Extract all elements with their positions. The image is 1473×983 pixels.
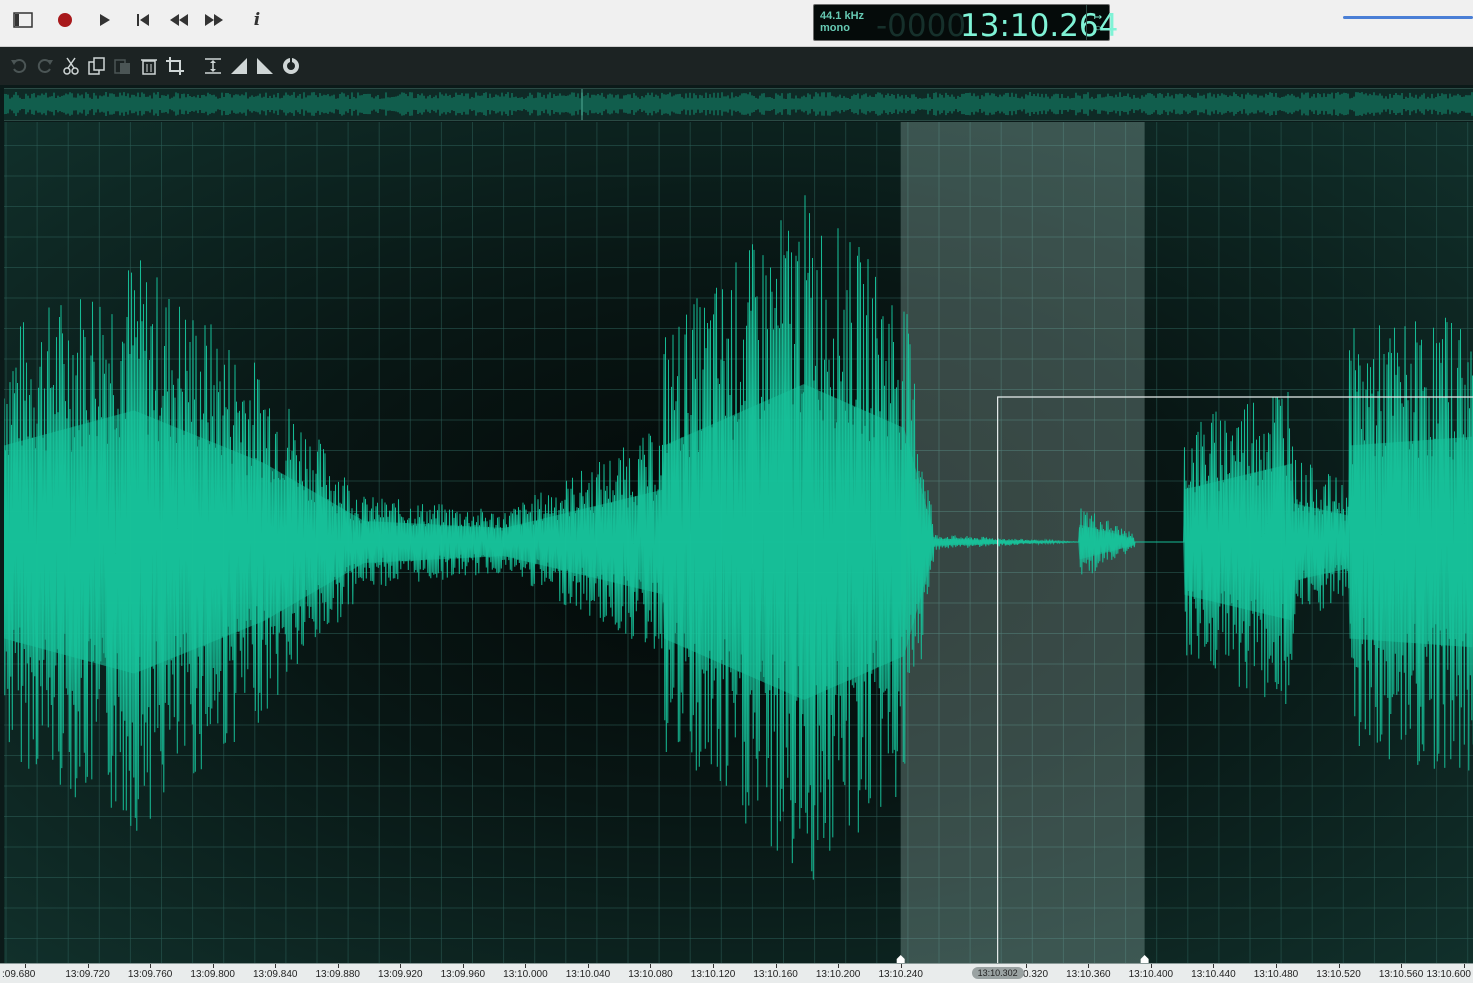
ruler-tick-label: 13:10.440 — [1191, 969, 1236, 980]
effects-icon — [283, 58, 299, 74]
ruler-tick — [1088, 964, 1090, 968]
fade-out-button[interactable] — [254, 55, 276, 77]
ruler-tick — [1463, 964, 1465, 968]
normalize-icon — [205, 58, 221, 74]
ruler-tick-label: 13:10.560 — [1378, 969, 1424, 980]
toggle-panel-button[interactable] — [8, 7, 38, 33]
ruler-tick — [713, 964, 715, 968]
effects-button[interactable] — [280, 55, 302, 77]
ruler-tick — [1401, 964, 1403, 968]
edit-toolbar — [0, 47, 1473, 85]
ruler-tick-label: 13:10.040 — [565, 969, 611, 980]
ruler-tick-label: 13:09.800 — [190, 969, 235, 980]
channel-mode: mono — [820, 22, 850, 34]
ruler-tick — [212, 964, 214, 968]
ruler-tick-label: 13:10.200 — [815, 969, 861, 980]
redo-button[interactable] — [34, 55, 56, 77]
trash-icon — [141, 59, 157, 75]
undo-button[interactable] — [8, 55, 30, 77]
ruler-tick-label: 13:10.520 — [1316, 969, 1361, 980]
loop-icon: ○ — [1094, 22, 1102, 34]
play-icon — [100, 14, 110, 26]
panel-icon — [13, 12, 33, 28]
ruler-tick — [87, 964, 89, 968]
fast-forward-button[interactable] — [199, 7, 229, 33]
ruler-tick-label: 13:10.360 — [1066, 969, 1111, 980]
ruler-tick-label: 13:09.720 — [65, 969, 110, 980]
ruler-tick — [1338, 964, 1340, 968]
waveform-view[interactable] — [4, 122, 1473, 963]
skip-to-start-button[interactable] — [128, 7, 158, 33]
ruler-tick-label: 13:10.600 — [1426, 969, 1472, 980]
waveform-overview[interactable] — [3, 88, 1473, 121]
ruler-tick-label: 13:10.240 — [878, 969, 923, 980]
time-display: 44.1 kHz mono -0000 13:10.264 ↦ ○ — [813, 4, 1118, 44]
crop-icon — [166, 57, 184, 75]
cut-button[interactable] — [60, 55, 82, 77]
overview-waveform — [3, 89, 1473, 120]
record-icon — [58, 13, 72, 27]
overview-trace — [3, 92, 1473, 116]
ruler-tick — [462, 964, 464, 968]
ruler-tick — [525, 964, 527, 968]
ruler-tick-label: 13:09.960 — [440, 969, 486, 980]
ruler-tick — [838, 964, 840, 968]
crop-button[interactable] — [164, 55, 186, 77]
cursor-time-badge: 13:10.302 — [971, 967, 1024, 979]
ruler-tick-label: 13:10.080 — [628, 969, 673, 980]
ruler-tick — [1275, 964, 1277, 968]
ruler-tick — [1025, 964, 1027, 968]
ruler-tick-label: 13:10.400 — [1128, 969, 1174, 980]
record-button[interactable] — [50, 7, 80, 33]
copy-icon — [88, 57, 105, 75]
delete-button[interactable] — [138, 55, 160, 77]
time-ghost-digits: -0000 — [876, 8, 967, 44]
play-button[interactable] — [90, 7, 120, 33]
ruler-tick — [275, 964, 277, 968]
fade-in-icon — [231, 58, 247, 74]
ruler-tick — [650, 964, 652, 968]
ruler-tick-label: 13:10.480 — [1253, 969, 1299, 980]
ruler-tick-label: 13:09.840 — [252, 969, 298, 980]
ruler-tick-label: 13:09.880 — [315, 969, 361, 980]
ruler-tick — [900, 964, 902, 968]
level-indicator — [1343, 16, 1473, 19]
ruler-tick-label: 13:09.920 — [378, 969, 423, 980]
ruler-tick-label: 13:10.120 — [690, 969, 736, 980]
ruler-tick-label: 13:10.000 — [503, 969, 548, 980]
ruler-tick — [775, 964, 777, 968]
ruler-tick — [25, 964, 27, 968]
ruler-tick — [587, 964, 589, 968]
normalize-button[interactable] — [202, 55, 224, 77]
undo-icon — [11, 59, 27, 73]
waveform-canvas — [4, 122, 1473, 963]
fade-out-icon — [257, 58, 273, 74]
paste-button[interactable] — [112, 55, 134, 77]
fade-in-button[interactable] — [228, 55, 250, 77]
ruler-tick — [1150, 964, 1152, 968]
info-button[interactable]: i — [242, 7, 272, 33]
time-format-icon: ↦ — [1093, 11, 1103, 23]
sample-rate: 44.1 kHz — [820, 10, 865, 22]
copy-button[interactable] — [86, 55, 108, 77]
ruler-tick-label: :09.680 — [2, 969, 36, 980]
rewind-icon — [170, 14, 188, 26]
scissors-icon — [63, 57, 79, 75]
skip-start-icon — [137, 14, 149, 26]
ruler-tick — [337, 964, 339, 968]
format-info: 44.1 kHz mono — [820, 10, 864, 34]
ruler-tick-label: 13:10.160 — [753, 969, 798, 980]
paste-icon — [114, 59, 130, 74]
ruler-tick — [400, 964, 402, 968]
rewind-button[interactable] — [164, 7, 194, 33]
ruler-tick-label: 13:09.760 — [127, 969, 173, 980]
redo-icon — [37, 59, 53, 73]
ruler-tick — [1213, 964, 1215, 968]
transport-bar: i 44.1 kHz mono -0000 13:10.264 ↦ ○ — [0, 0, 1473, 47]
info-icon: i — [253, 10, 261, 30]
time-ruler[interactable]: :09.680 13:09.720 13:09.760 13:09.800 13:09.… — [0, 963, 1473, 983]
ruler-tick — [150, 964, 152, 968]
display-mode-toggle[interactable]: ↦ ○ — [1086, 5, 1109, 40]
fast-forward-icon — [205, 14, 223, 26]
